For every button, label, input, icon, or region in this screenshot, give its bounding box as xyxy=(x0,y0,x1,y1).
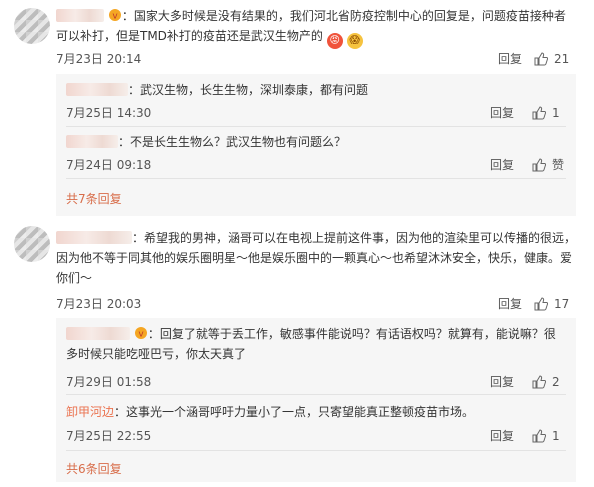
reply-thread: ：武汉生物，长生生物，深圳泰康，都有问题 7月25日 14:30 回复 1 ：不… xyxy=(56,74,576,216)
avatar[interactable] xyxy=(14,8,50,44)
divider xyxy=(66,126,566,127)
reply-time: 7月24日 09:18 xyxy=(66,158,152,172)
username[interactable] xyxy=(66,135,118,148)
reply-text: ：武汉生物，长生生物，深圳泰康，都有问题 xyxy=(66,80,566,100)
comment-text: v ：国家大多时候是没有结果的，我们河北省防疫控制中心的回复是，问题疫苗接种者 可… xyxy=(56,6,586,49)
username[interactable] xyxy=(56,9,104,22)
reply-time: 7月25日 22:55 xyxy=(66,429,152,443)
like-button[interactable]: 赞 xyxy=(532,158,564,172)
comment-time: 7月23日 20:03 xyxy=(56,297,142,311)
like-button[interactable]: 1 xyxy=(532,106,560,120)
more-replies-link[interactable]: 共6条回复 xyxy=(66,460,122,477)
like-button[interactable]: 21 xyxy=(534,52,569,66)
divider xyxy=(66,394,566,395)
verified-badge-icon: v xyxy=(108,9,121,22)
thumbs-up-icon xyxy=(534,52,549,66)
thumbs-up-icon xyxy=(534,297,549,311)
comment-text: ：希望我的男神，涵哥可以在电视上提前这件事，因为他的渲染里可以传播的很远， 因为… xyxy=(56,231,577,285)
username[interactable] xyxy=(66,83,128,96)
comment-time: 7月23日 20:14 xyxy=(56,52,142,66)
like-button[interactable]: 1 xyxy=(532,429,560,443)
verified-badge-icon: v xyxy=(134,327,147,340)
reply-text: v ：回复了就等于丢工作，敏感事件能说吗？有话语权吗？就算有，能说嘛？很 多时候只… xyxy=(66,327,556,361)
angry-emoji-icon: 😡 xyxy=(326,33,343,49)
reply-button[interactable]: 回复 xyxy=(490,106,514,120)
reply-button[interactable]: 回复 xyxy=(490,429,514,443)
like-button[interactable]: 17 xyxy=(534,297,569,311)
thumbs-up-icon xyxy=(532,158,547,172)
reply-text: ：不是长生生物么？武汉生物也有问题么？ xyxy=(66,132,566,152)
reply-button[interactable]: 回复 xyxy=(498,297,522,311)
username[interactable] xyxy=(66,327,130,340)
reply-time: 7月29日 01:58 xyxy=(66,375,152,389)
divider xyxy=(66,450,566,451)
reply-button[interactable]: 回复 xyxy=(498,52,522,66)
reply-button[interactable]: 回复 xyxy=(490,158,514,172)
more-replies-link[interactable]: 共7条回复 xyxy=(66,190,122,207)
like-button[interactable]: 2 xyxy=(532,375,560,389)
shocked-emoji-icon: 😱 xyxy=(346,33,363,49)
divider xyxy=(66,178,566,179)
thumbs-up-icon xyxy=(532,375,547,389)
reply-button[interactable]: 回复 xyxy=(490,375,514,389)
thumbs-up-icon xyxy=(532,429,547,443)
thumbs-up-icon xyxy=(532,106,547,120)
reply-thread: v ：回复了就等于丢工作，敏感事件能说吗？有话语权吗？就算有，能说嘛？很 多时候只… xyxy=(56,318,576,482)
reply-text: 卸甲河边：这事光一个涵哥呼吁力量小了一点，只寄望能真正整顿疫苗市场。 xyxy=(66,405,475,419)
username[interactable] xyxy=(56,231,132,244)
reply-time: 7月25日 14:30 xyxy=(66,106,152,120)
avatar[interactable] xyxy=(14,226,50,262)
svg-text:v: v xyxy=(138,330,144,340)
svg-text:v: v xyxy=(112,12,118,22)
username[interactable]: 卸甲河边 xyxy=(66,405,114,419)
